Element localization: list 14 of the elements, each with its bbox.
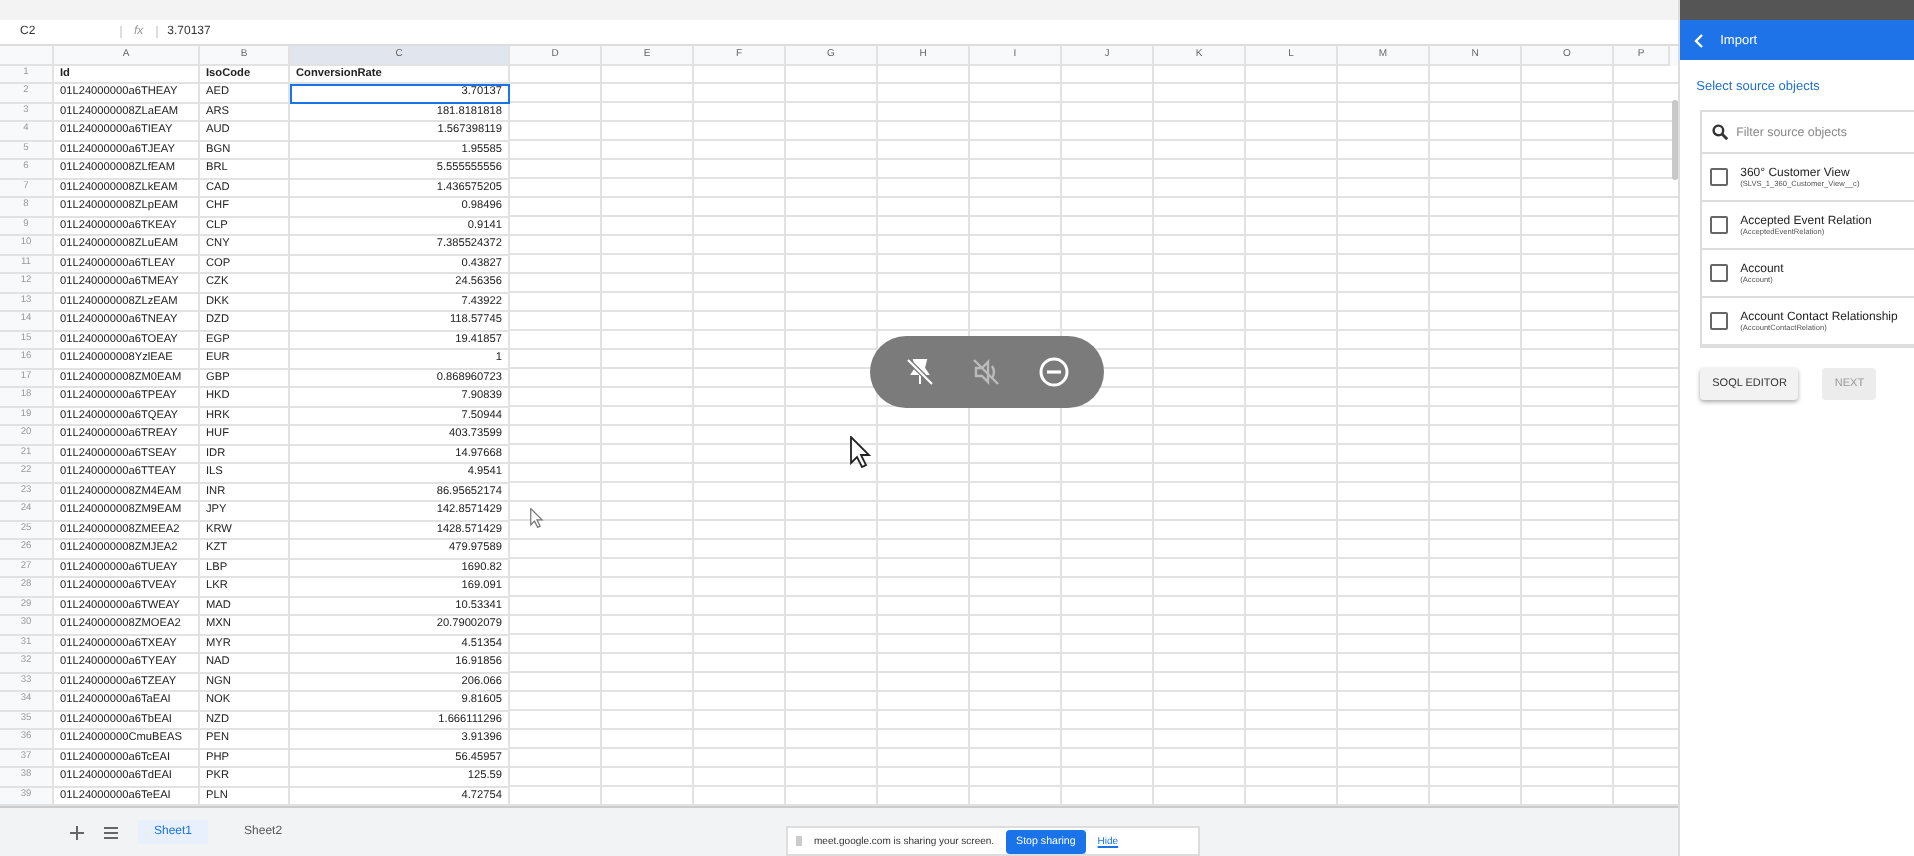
checkbox[interactable] — [1710, 264, 1729, 282]
drag-handle-icon[interactable] — [796, 836, 802, 846]
scrollbar[interactable] — [1672, 100, 1679, 180]
checkbox[interactable] — [1710, 216, 1729, 234]
search-icon — [1712, 124, 1729, 140]
sheet-list-icon[interactable] — [104, 825, 118, 839]
back-icon[interactable] — [1694, 33, 1705, 47]
cursor-icon — [530, 508, 544, 528]
checkbox[interactable] — [1710, 312, 1729, 330]
pin-off-icon[interactable] — [905, 358, 933, 386]
cursor-icon — [850, 436, 872, 468]
add-sheet-icon[interactable] — [70, 825, 84, 839]
checkbox[interactable] — [1710, 168, 1729, 186]
minus-circle-icon[interactable] — [1037, 356, 1069, 388]
